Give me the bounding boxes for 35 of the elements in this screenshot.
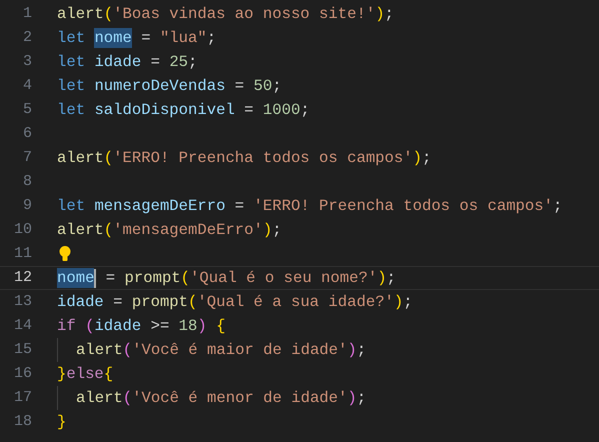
code-line: let idade = 25; — [57, 52, 198, 72]
code-line: let saldoDisponivel = 1000; — [57, 100, 310, 120]
code-line: alert('Boas vindas ao nosso site!'); — [57, 4, 394, 24]
line-number: 4 — [22, 76, 32, 96]
code-line: alert('Você é menor de idade'); — [76, 388, 366, 408]
code-line: alert('ERRO! Preencha todos os campos'); — [57, 148, 432, 168]
line-number: 10 — [12, 220, 32, 240]
code-line: idade = prompt('Qual é a sua idade?'); — [57, 292, 413, 312]
code-line: let mensagemDeErro = 'ERRO! Preencha todos os campos'; — [57, 196, 562, 216]
code-line: let numeroDeVendas = 50; — [57, 76, 282, 96]
line-number: 8 — [22, 172, 32, 192]
line-number: 5 — [22, 100, 32, 120]
line-number: 15 — [12, 340, 32, 360]
code-line: nome = prompt('Qual é o seu nome?'); — [57, 268, 396, 288]
line-number: 3 — [22, 52, 32, 72]
text-cursor — [94, 268, 96, 288]
code-line: }else{ — [57, 364, 114, 384]
line-number: 9 — [22, 196, 32, 216]
line-number: 7 — [22, 148, 32, 168]
code-line: let nome = "lua"; — [57, 28, 216, 48]
line-number: 12 — [12, 268, 32, 288]
code-line: if (idade >= 18) { — [57, 316, 226, 336]
line-number: 2 — [22, 28, 32, 48]
line-number: 1 — [22, 4, 32, 24]
line-number: 18 — [12, 412, 32, 432]
line-number: 16 — [12, 364, 32, 384]
line-number: 17 — [12, 388, 32, 408]
line-number: 13 — [12, 292, 32, 312]
line-number: 11 — [12, 244, 32, 264]
lightbulb-icon[interactable] — [59, 246, 71, 262]
line-number: 6 — [22, 124, 32, 144]
code-line: } — [57, 412, 66, 432]
line-number: 14 — [12, 316, 32, 336]
code-line: alert('mensagemDeErro'); — [57, 220, 282, 240]
code-line: alert('Você é maior de idade'); — [76, 340, 366, 360]
